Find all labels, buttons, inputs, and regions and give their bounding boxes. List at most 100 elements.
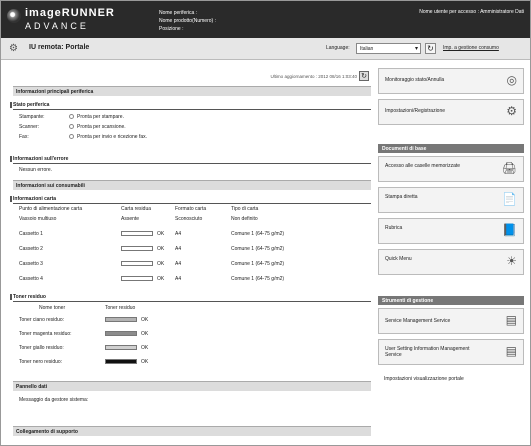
address-book-card[interactable]: Rubrica 📘 bbox=[378, 218, 524, 244]
paper-type: Comune 1 (64-75 g/m2) bbox=[231, 276, 285, 282]
user-setting-card[interactable]: User Setting Information Management Serv… bbox=[378, 339, 524, 365]
paper-type: Comune 1 (64-75 g/m2) bbox=[231, 231, 285, 237]
device-info: Nome periferica : Nome prodotto(Numero) … bbox=[159, 9, 216, 33]
paper-level-bar bbox=[121, 276, 153, 281]
basic-docs-title: Documenti di base bbox=[378, 144, 524, 153]
service-mgmt-icon: ▤ bbox=[505, 313, 517, 327]
login-user: Nome utente per accesso : Amministratore… bbox=[419, 9, 524, 15]
status-label-fax: Fax: bbox=[19, 134, 29, 140]
system-message: Messaggio da gestore sistema: bbox=[19, 397, 89, 403]
paper-info-title: Informazioni carta bbox=[10, 196, 371, 204]
portal-settings-link[interactable]: Imp. a gestione consumo bbox=[443, 45, 499, 51]
paper-header-size: Formato carta bbox=[175, 206, 207, 212]
settings-label: Impostazioni/Registrazione bbox=[385, 108, 446, 114]
toner-level-bar bbox=[105, 359, 137, 364]
paper-size: Sconosciuto bbox=[175, 216, 203, 222]
status-label-printer: Stampante: bbox=[19, 114, 45, 120]
portal-icon: ⚙ bbox=[9, 43, 18, 54]
paper-size: A4 bbox=[175, 261, 182, 267]
paper-level-bar bbox=[121, 261, 153, 266]
error-info-title: Informazioni sull'errore bbox=[10, 156, 371, 164]
paper-type: Comune 1 (64-75 g/m2) bbox=[231, 261, 285, 267]
paper-source: Cassetto 3 bbox=[19, 261, 43, 267]
paper-residual: OK bbox=[157, 276, 165, 282]
quick-menu-icon: ☀ bbox=[506, 254, 517, 268]
language-label: Language: bbox=[326, 45, 350, 51]
section-data-panel: Pannello dati bbox=[13, 381, 371, 391]
remote-ui-window: imageRUNNER ADVANCE Nome periferica : No… bbox=[0, 0, 531, 446]
section-consumables: Informazioni sui consumabili bbox=[13, 180, 371, 190]
paper-source: Cassetto 1 bbox=[19, 231, 43, 237]
address-book-icon: 📘 bbox=[502, 223, 517, 237]
toner-level-bar bbox=[105, 317, 137, 322]
device-name-label: Nome periferica : bbox=[159, 10, 198, 16]
service-mgmt-label: Service Management Service bbox=[385, 318, 451, 324]
paper-size: A4 bbox=[175, 246, 182, 252]
mailbox-label: Accesso alle caselle memorizzate bbox=[385, 163, 461, 169]
page-title: IU remota: Portale bbox=[29, 44, 90, 51]
portal-display-link[interactable]: Impostazioni visualizzazione portale bbox=[384, 376, 464, 382]
toner-status: OK bbox=[141, 317, 149, 323]
management-tools-title: Strumenti di gestione bbox=[378, 296, 524, 305]
main-content: Ultimo aggiornamento : 2012 08/16 1:03:4… bbox=[10, 68, 371, 445]
status-monitor-label: Monitoraggio stato/Annulla bbox=[385, 77, 445, 83]
product-name: imageRUNNER bbox=[25, 7, 115, 19]
toner-title: Toner residuo bbox=[10, 294, 371, 302]
toner-name: Toner giallo residuo: bbox=[19, 345, 64, 351]
section-support-link: Collegamento di supporto bbox=[13, 426, 371, 436]
settings-card[interactable]: Impostazioni/Registrazione ⚙ bbox=[378, 99, 524, 125]
toner-level-bar bbox=[105, 331, 137, 336]
quick-menu-card[interactable]: Quick Menu ☀ bbox=[378, 249, 524, 275]
paper-source: Cassetto 4 bbox=[19, 276, 43, 282]
user-setting-label: User Setting Information Management Serv… bbox=[385, 346, 470, 358]
mailbox-icon: 🖨 bbox=[501, 161, 517, 175]
toner-header-name: Nome toner bbox=[39, 305, 66, 311]
logo-icon bbox=[7, 9, 21, 23]
toner-name: Toner magenta residuo: bbox=[19, 331, 72, 337]
language-value: Italian bbox=[360, 46, 374, 52]
update-icon[interactable]: ↻ bbox=[359, 71, 369, 81]
toner-status: OK bbox=[141, 345, 149, 351]
paper-level-bar bbox=[121, 231, 153, 236]
settings-icon: ⚙ bbox=[506, 104, 517, 118]
service-mgmt-card[interactable]: Service Management Service ▤ bbox=[378, 308, 524, 334]
product-number-label: Nome prodotto(Numero) : bbox=[159, 18, 216, 24]
toner-status: OK bbox=[141, 359, 149, 365]
scanner-status-icon bbox=[69, 124, 74, 129]
paper-size: A4 bbox=[175, 276, 182, 282]
direct-print-card[interactable]: Stampa diretta 📄 bbox=[378, 187, 524, 213]
address-book-label: Rubrica bbox=[385, 225, 403, 231]
status-monitor-icon: ◎ bbox=[506, 73, 517, 87]
paper-type: Non definito bbox=[231, 216, 258, 222]
user-setting-icon: ▤ bbox=[505, 344, 517, 358]
language-select[interactable]: Italian ▾ bbox=[356, 43, 421, 54]
paper-type: Comune 1 (64-75 g/m2) bbox=[231, 246, 285, 252]
chevron-down-icon: ▾ bbox=[414, 46, 418, 52]
toner-status: OK bbox=[141, 331, 149, 337]
direct-print-label: Stampa diretta bbox=[385, 194, 418, 200]
status-label-scanner: Scanner: bbox=[19, 124, 40, 130]
toner-level-bar bbox=[105, 345, 137, 350]
location-label: Posizione : bbox=[159, 26, 184, 32]
paper-level-bar bbox=[121, 246, 153, 251]
status-monitor-card[interactable]: Monitoraggio stato/Annulla ◎ bbox=[378, 68, 524, 94]
paper-header-residual: Carta residua bbox=[121, 206, 152, 212]
header-bar: imageRUNNER ADVANCE Nome periferica : No… bbox=[1, 1, 530, 38]
sidebar: Monitoraggio stato/Annulla ◎ Impostazion… bbox=[378, 68, 524, 445]
device-status-title: Stato periferica bbox=[10, 102, 371, 110]
paper-header-type: Tipo di carta bbox=[231, 206, 259, 212]
toner-name: Toner nero residuo: bbox=[19, 359, 63, 365]
error-value: Nessun errore. bbox=[19, 167, 53, 173]
mailbox-card[interactable]: Accesso alle caselle memorizzate 🖨 bbox=[378, 156, 524, 182]
section-main-info: Informazioni principali periferica bbox=[13, 86, 371, 96]
fax-status-icon bbox=[69, 134, 74, 139]
last-update: Ultimo aggiornamento : 2012 08/16 1:03:4… bbox=[270, 74, 357, 79]
refresh-icon[interactable]: ↻ bbox=[425, 43, 436, 54]
paper-residual: OK bbox=[157, 246, 165, 252]
paper-source: Vassoio multiuso bbox=[19, 216, 57, 222]
toner-header-residual: Toner residuo bbox=[105, 305, 136, 311]
paper-residual: OK bbox=[157, 261, 165, 267]
status-value-fax: Pronta per invio e ricezione fax. bbox=[77, 134, 148, 140]
status-value-scanner: Pronta per scansione. bbox=[77, 124, 126, 130]
paper-header-source: Punto di alimentazione carta bbox=[19, 206, 83, 212]
